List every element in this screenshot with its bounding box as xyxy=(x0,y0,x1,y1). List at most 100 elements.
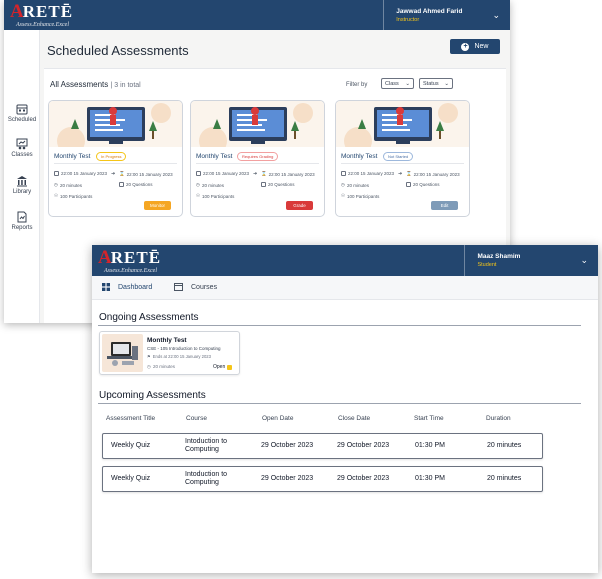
assessment-card[interactable]: Monthly Test In Progress 22:00 15 January … xyxy=(48,100,183,217)
clock-icon: ◷ xyxy=(54,182,58,187)
assessment-illustration xyxy=(336,101,469,155)
nav-dashboard[interactable]: Dashboard xyxy=(102,283,152,291)
user-role: Instructor xyxy=(396,16,420,23)
dashboard-icon xyxy=(102,283,110,291)
ongoing-title: Ongoing Assessments xyxy=(99,312,199,323)
cell-duration: 20 minutes xyxy=(487,442,522,449)
divider xyxy=(196,163,319,164)
ongoing-title-text: Monthly Test xyxy=(147,337,187,344)
sidebar-item-classes[interactable]: Classes xyxy=(4,138,40,158)
open-link[interactable]: Open xyxy=(213,364,233,370)
chevron-down-icon[interactable]: ⌄ xyxy=(492,10,500,21)
participants-text: 100 Participants xyxy=(60,193,93,199)
chevron-down-icon[interactable]: ⌄ xyxy=(580,255,588,266)
sidebar-item-scheduled[interactable]: Scheduled xyxy=(4,103,40,123)
card-action-button[interactable]: Grade xyxy=(286,201,313,210)
class-filter-select[interactable]: Class ⌄ xyxy=(381,78,414,89)
ongoing-course: CSE - 105 Introduction to Computing xyxy=(147,346,221,351)
sidebar-item-label: Scheduled xyxy=(7,117,37,123)
table-row[interactable]: Weekly Quiz Intoduction to Computing 29 Oc… xyxy=(102,433,543,459)
arrow-icon: ➜ xyxy=(398,171,403,177)
nav-courses[interactable]: Courses xyxy=(174,283,217,291)
clock-icon: ◷ xyxy=(341,182,345,187)
hourglass-icon: ⌛ xyxy=(119,171,125,176)
start-time: 22:00 15 January 2023 xyxy=(341,171,394,176)
sidebar-item-reports[interactable]: Reports xyxy=(4,211,40,231)
table-row[interactable]: Weekly Quiz Intoduction to Computing 29 Oc… xyxy=(102,466,543,492)
column-header: Assessment Title xyxy=(106,415,156,422)
end-time: ⌛ 22:00 15 January 2023 xyxy=(261,171,315,177)
top-header: A RETĒ Assess.Enhance.Excel Maaz Shamim S… xyxy=(92,245,598,276)
status-badge: Requires Grading xyxy=(237,152,279,161)
top-nav: Dashboard Courses xyxy=(92,276,598,300)
open-label: Open xyxy=(213,364,226,370)
sidebar-item-label: Library xyxy=(12,189,32,195)
questions-text: 20 Questions xyxy=(268,182,295,187)
sidebar-item-label: Classes xyxy=(11,152,33,158)
status-badge: In Progress xyxy=(96,152,127,161)
calendar-icon xyxy=(196,171,201,176)
column-header: Open Date xyxy=(262,415,294,422)
library-icon xyxy=(17,176,27,187)
courses-icon xyxy=(174,283,183,291)
end-time-text: 22:00 15 January 2023 xyxy=(413,171,460,177)
clock-icon: ◷ xyxy=(147,364,151,369)
nav-label: Courses xyxy=(191,283,218,291)
logo[interactable]: A RETĒ Assess.Enhance.Excel xyxy=(98,248,161,274)
ongoing-ends-text: Ends at 22:00 15 January 2023 xyxy=(152,354,211,359)
start-time-text: 22:00 15 January 2023 xyxy=(61,171,108,176)
end-time-text: 22:00 15 January 2023 xyxy=(126,171,173,177)
end-time-text: 22:00 15 January 2023 xyxy=(268,171,315,177)
duration-text: 20 minutes xyxy=(346,182,369,188)
status-filter-select[interactable]: Status ⌄ xyxy=(419,78,453,89)
card-action-button[interactable]: Edit xyxy=(431,201,458,210)
arrow-icon: ➜ xyxy=(111,171,116,177)
participants-icon: ☉ xyxy=(54,193,59,198)
questions-text: 20 Questions xyxy=(413,182,440,187)
card-action-button[interactable]: Monitor xyxy=(144,201,171,210)
sidebar-item-library[interactable]: Library xyxy=(4,175,40,195)
list-title: All Assessments | 3 in total xyxy=(50,80,141,89)
cell-open: 29 October 2023 xyxy=(261,442,314,449)
card-title: Monthly Test xyxy=(54,153,91,160)
new-assessment-button[interactable]: + New xyxy=(450,39,500,54)
report-icon xyxy=(17,211,27,223)
card-title: Monthly Test xyxy=(341,153,378,160)
ongoing-ends: ⚑ Ends at 22:00 15 January 2023 xyxy=(147,354,211,359)
status-badge: Not Started xyxy=(383,152,414,161)
cell-course: Intoduction to Computing xyxy=(185,471,228,486)
start-time: 22:00 15 January 2023 xyxy=(54,171,107,176)
chevron-down-icon: ⌄ xyxy=(405,80,410,87)
end-time: ⌛ 22:00 15 January 2023 xyxy=(406,171,460,177)
cell-open: 29 October 2023 xyxy=(261,475,314,482)
filter-label: Filter by xyxy=(346,82,368,88)
assessment-card[interactable]: Monthly Test Requires Grading 22:00 15 Jan… xyxy=(190,100,325,217)
calendar-icon xyxy=(16,104,28,115)
logo-text: RETĒ xyxy=(22,2,74,21)
sidebar: Scheduled Classes Library Reports xyxy=(4,30,40,323)
divider xyxy=(98,325,581,326)
logo-text: RETĒ xyxy=(110,247,162,267)
cell-close: 29 October 2023 xyxy=(337,475,390,482)
logo[interactable]: A RETĒ Assess.Enhance.Excel xyxy=(10,2,73,28)
user-name: Jawwad Ahmed Farid xyxy=(396,7,463,15)
questions-text: 20 Questions xyxy=(126,182,153,187)
divider xyxy=(98,403,581,404)
user-menu[interactable]: Maaz Shamim Student ⌄ xyxy=(464,245,588,276)
ongoing-duration-text: 20 minutes xyxy=(152,364,175,369)
questions: 20 Questions xyxy=(261,182,295,187)
ongoing-assessment-card[interactable]: Monthly Test CSE - 105 Introduction to C… xyxy=(99,331,240,375)
sidebar-item-label: Reports xyxy=(11,225,33,231)
questions: 20 Questions xyxy=(119,182,153,187)
upcoming-title: Upcoming Assessments xyxy=(99,390,206,401)
duration: ◷ 20 minutes xyxy=(196,182,224,188)
user-menu[interactable]: Jawwad Ahmed Farid Instructor ⌄ xyxy=(383,0,500,30)
questions-icon xyxy=(119,182,124,187)
student-window: A RETĒ Assess.Enhance.Excel Maaz Shamim S… xyxy=(92,245,598,573)
new-button-label: New xyxy=(474,43,489,50)
participants: ☉ 100 Participants xyxy=(54,193,92,199)
logo-tagline: Assess.Enhance.Excel xyxy=(16,22,69,28)
calendar-icon xyxy=(341,171,346,176)
assessment-card[interactable]: Monthly Test Not Started 22:00 15 January … xyxy=(335,100,470,217)
open-icon xyxy=(227,364,233,370)
